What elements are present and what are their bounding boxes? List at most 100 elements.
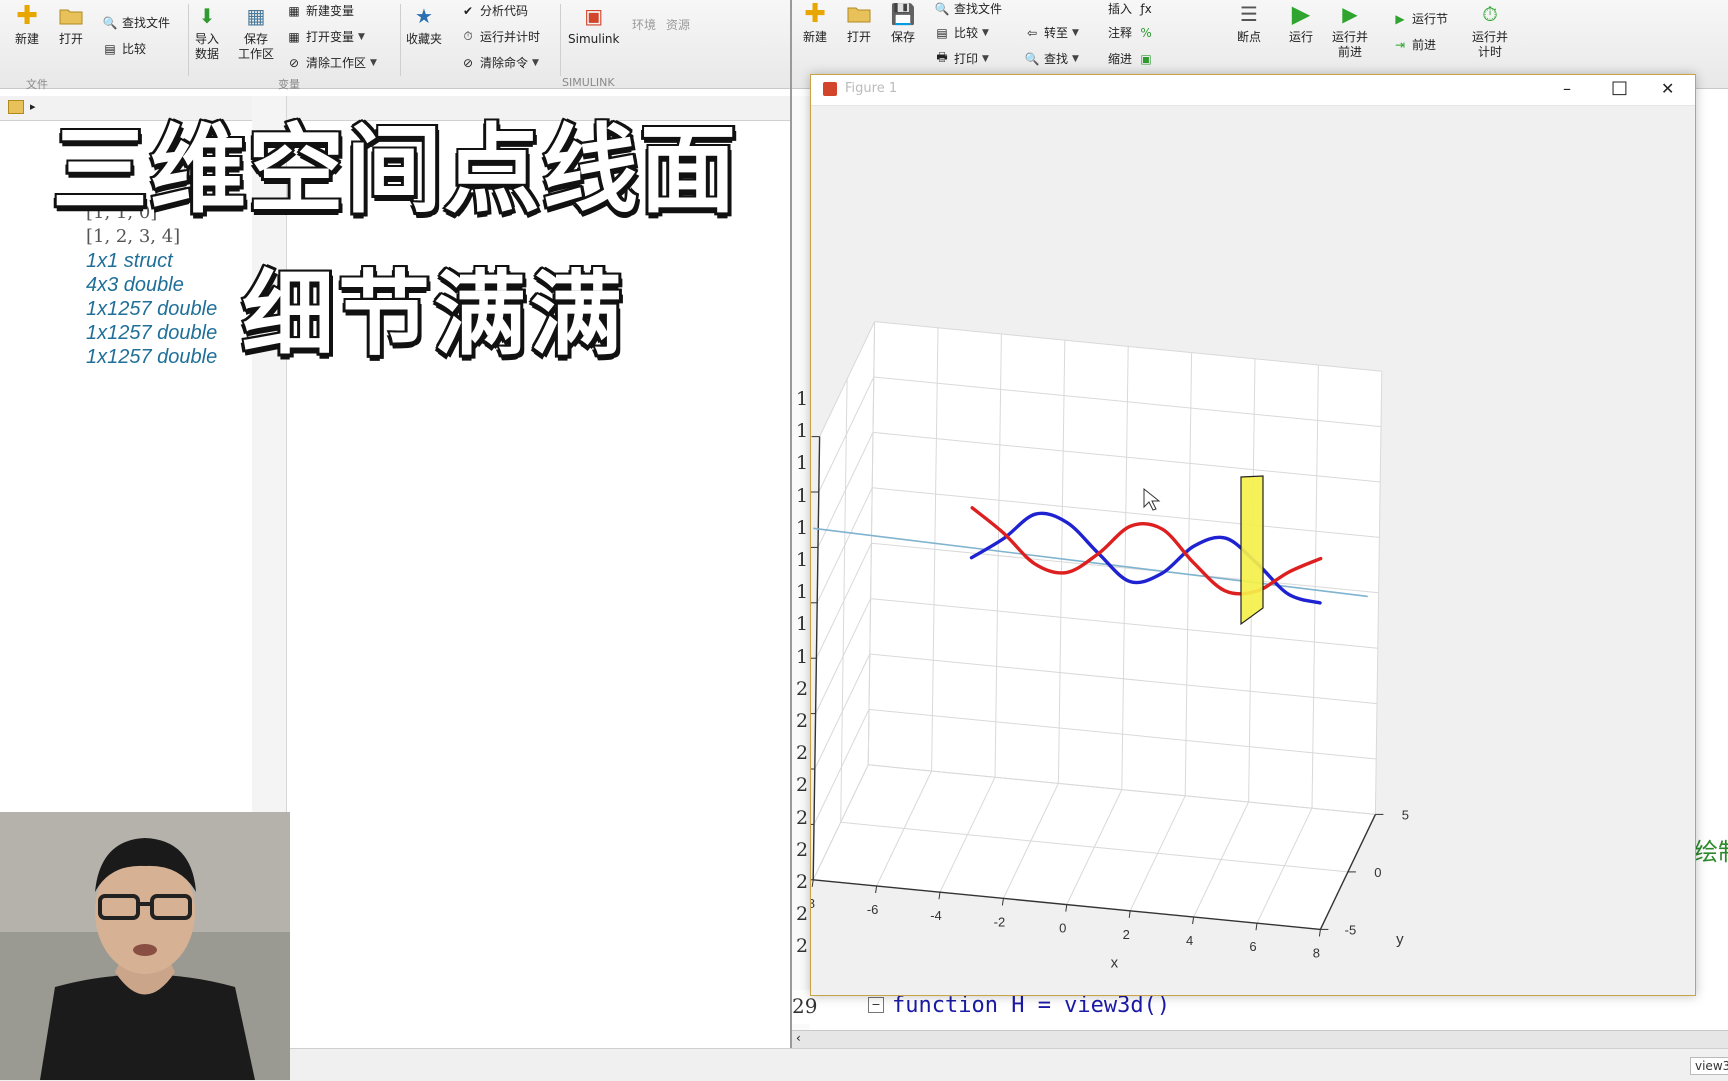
play-icon: ▶ [1291, 0, 1311, 28]
import-icon: ⬇ [198, 4, 216, 28]
line-number: 2 [796, 677, 809, 700]
minimize-button[interactable]: – [1563, 79, 1571, 98]
x-axis-label: x [1111, 954, 1119, 971]
line-number: 1 [796, 420, 809, 443]
x-tick-label: 2 [1123, 927, 1130, 942]
figure-title-bar[interactable]: Figure 1 – □ ✕ [811, 75, 1695, 106]
workspace-value[interactable]: 1x1 struct [86, 250, 173, 272]
line-number: 2 [796, 871, 809, 893]
advance-icon: ⇥ [1394, 37, 1406, 52]
editor-open-button[interactable]: 打开 [846, 2, 872, 45]
chevron-down-icon: ▼ [1072, 27, 1079, 38]
x-tick-label: 0 [1059, 921, 1066, 936]
run-and-time-editor-button[interactable]: ⏱ 运行并 计时 [1472, 2, 1508, 60]
overlay-subtitle: 细节满满 [240, 259, 627, 370]
folder-icon [846, 2, 872, 26]
y-axis-label: y [1396, 931, 1404, 948]
figure-window: Figure 1 – □ ✕ -8-6-4-202468-8-6-4-20246… [758, 74, 1696, 996]
timer-icon: ⏱ [1482, 2, 1498, 26]
comment-button[interactable]: 注释% [1108, 24, 1158, 41]
x-tick-label: -6 [867, 902, 879, 917]
open-button[interactable]: 打开 [58, 4, 84, 47]
search-icon: 🔍 [1024, 51, 1040, 66]
insert-button[interactable]: 插入 ƒx [1108, 0, 1158, 17]
chevron-left-icon[interactable]: ‹ [796, 1031, 801, 1045]
simulink-button[interactable]: ▣ Simulink [568, 4, 619, 47]
x-tick [1001, 898, 1004, 906]
maximize-button[interactable]: □ [1611, 77, 1628, 98]
favorites-button[interactable]: ★ 收藏夹 [406, 4, 442, 47]
breakpoint-icon: ☰ [1240, 2, 1258, 26]
editor-save-button[interactable]: 💾 保存 [890, 2, 916, 45]
horizontal-scrollbar[interactable]: ‹ [792, 1030, 1728, 1049]
separator [400, 4, 401, 76]
open-variable-icon: ▦ [288, 29, 300, 44]
workspace-value[interactable]: 4x3 double [86, 274, 184, 296]
presenter-image [0, 812, 290, 1080]
new-variable-icon: ▦ [288, 3, 300, 18]
run-section-icon: ▶ [1395, 11, 1405, 26]
editor-find-files-button[interactable]: 🔍 查找文件 [934, 0, 1003, 17]
find-button[interactable]: 🔍 查找 ▼ [1024, 50, 1079, 67]
close-button[interactable]: ✕ [1661, 79, 1674, 98]
x-tick-label: -8 [811, 896, 815, 911]
indent-button[interactable]: 缩进 ▣ [1108, 50, 1158, 67]
import-data-button[interactable]: ⬇ 导入 数据 [194, 4, 220, 62]
find-files-icon: 🔍 [102, 15, 118, 30]
analyze-code-button[interactable]: ✔ 分析代码 [460, 2, 528, 19]
chevron-down-icon: ▼ [1072, 53, 1079, 64]
x-tick [1318, 929, 1321, 937]
clear-commands-button[interactable]: ⊘ 清除命令 ▼ [460, 54, 539, 71]
x-tick [1255, 923, 1258, 931]
run-and-time-button[interactable]: ⏱ 运行并计时 [460, 28, 540, 45]
save-workspace-icon: ▦ [246, 4, 266, 28]
run-button[interactable]: ▶ 运行 [1288, 0, 1314, 45]
section-label-simulink: SIMULINK [562, 76, 615, 89]
editor-new-button[interactable]: ✚ 新建 [802, 0, 828, 45]
workspace-value[interactable]: 1x1257 double [86, 322, 217, 344]
line-number: 1 [796, 549, 809, 571]
clear-workspace-icon: ⊘ [288, 55, 300, 70]
find-files-button[interactable]: 🔍 查找文件 [102, 14, 171, 31]
percent-icon: % [1140, 25, 1152, 40]
clear-workspace-button[interactable]: ⊘ 清除工作区 ▼ [286, 54, 377, 71]
workspace-value[interactable]: 1x1257 double [86, 298, 217, 320]
editor-tab[interactable]: view3 [1690, 1057, 1728, 1075]
plot3d[interactable]: -8-6-4-202468-8-6-4-202468-505xyz [758, 106, 1695, 995]
breakpoint-button[interactable]: ☰ 断点 [1236, 2, 1262, 45]
webcam-video [0, 812, 290, 1080]
matlab-logo-icon [823, 82, 837, 96]
run-and-advance-button[interactable]: ▶ 运行并 前进 [1332, 2, 1368, 60]
line-number: 2 [796, 838, 809, 861]
x-tick [811, 879, 814, 887]
line-number: 1 [796, 516, 809, 539]
editor-compare-button[interactable]: ▤ 比较 ▼ [934, 24, 989, 41]
line-number: 29 [792, 994, 818, 1018]
save-workspace-button[interactable]: ▦ 保存 工作区 [238, 4, 274, 62]
advance-button[interactable]: ⇥ 前进 [1392, 36, 1436, 53]
analyze-icon: ✔ [462, 3, 474, 18]
new-button[interactable]: ✚ 新建 [14, 1, 40, 47]
x-tick [1128, 910, 1131, 918]
indent-icon: ▣ [1140, 51, 1152, 66]
goto-button[interactable]: ⇦ 转至 ▼ [1024, 24, 1079, 41]
x-tick-label: 8 [1313, 945, 1320, 960]
line-number: 2 [796, 935, 809, 958]
new-variable-button[interactable]: ▦ 新建变量 [286, 2, 354, 19]
open-variable-button[interactable]: ▦ 打开变量 ▼ [286, 28, 365, 45]
resources-button[interactable]: 资源 [666, 14, 690, 33]
compare-button[interactable]: ▤ 比较 [102, 40, 146, 57]
chevron-right-icon: ▸ [30, 100, 36, 113]
fold-toggle-icon[interactable]: − [868, 997, 884, 1013]
plus-icon: ✚ [16, 1, 38, 31]
y-tick-label: -5 [1345, 922, 1357, 937]
editor-print-button[interactable]: 🖶 打印 ▼ [934, 50, 989, 67]
run-section-button[interactable]: ▶ 运行节 [1392, 10, 1448, 27]
x-tick [938, 892, 941, 900]
environment-button[interactable]: 环境 [632, 14, 656, 33]
yellow-plane [1240, 475, 1264, 626]
chevron-down-icon: ▼ [370, 57, 377, 68]
line-number: 1 [796, 484, 809, 507]
line-number: 1 [796, 613, 809, 636]
workspace-value[interactable]: 1x1257 double [86, 346, 217, 368]
